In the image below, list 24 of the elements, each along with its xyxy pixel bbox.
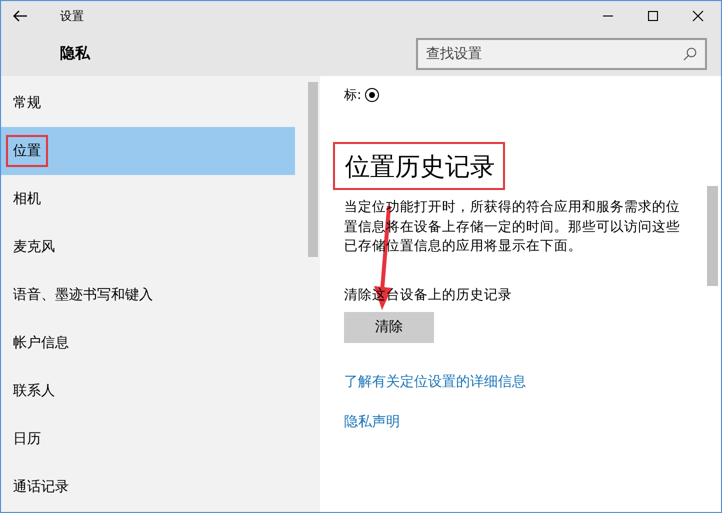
section-heading: 位置历史记录 (345, 151, 495, 183)
link[interactable]: 了解有关定位设置的详细信息 (344, 372, 721, 390)
search-icon[interactable] (683, 46, 697, 60)
sidebar-item[interactable]: 通话记录 (1, 463, 295, 511)
link[interactable]: 隐私声明 (344, 412, 721, 430)
close-icon[interactable] (692, 10, 704, 22)
sidebar-item[interactable]: 联系人 (1, 367, 295, 415)
search-field[interactable]: 查找设置 (416, 38, 707, 70)
sidebar-item[interactable]: 相机 (1, 175, 295, 223)
sidebar-item[interactable]: 日历 (1, 415, 295, 463)
clear-button[interactable]: 清除 (344, 312, 434, 342)
radio-label: 标: (344, 87, 362, 104)
page-title: 隐私 (60, 44, 90, 63)
scrollbar[interactable] (308, 82, 318, 257)
sidebar-item[interactable]: 位置 (1, 127, 295, 175)
window-title: 设置 (60, 8, 84, 24)
sidebar-item[interactable]: 帐户信息 (1, 319, 295, 367)
sidebar-item[interactable]: 麦克风 (1, 223, 295, 271)
radio-button[interactable] (365, 88, 380, 102)
sidebar-item[interactable]: 语音、墨迹书写和键入 (1, 271, 295, 319)
back-icon[interactable] (12, 10, 28, 22)
maximize-icon[interactable] (647, 10, 659, 22)
scrollbar[interactable] (707, 186, 718, 286)
sidebar-item[interactable]: 常规 (1, 79, 295, 127)
